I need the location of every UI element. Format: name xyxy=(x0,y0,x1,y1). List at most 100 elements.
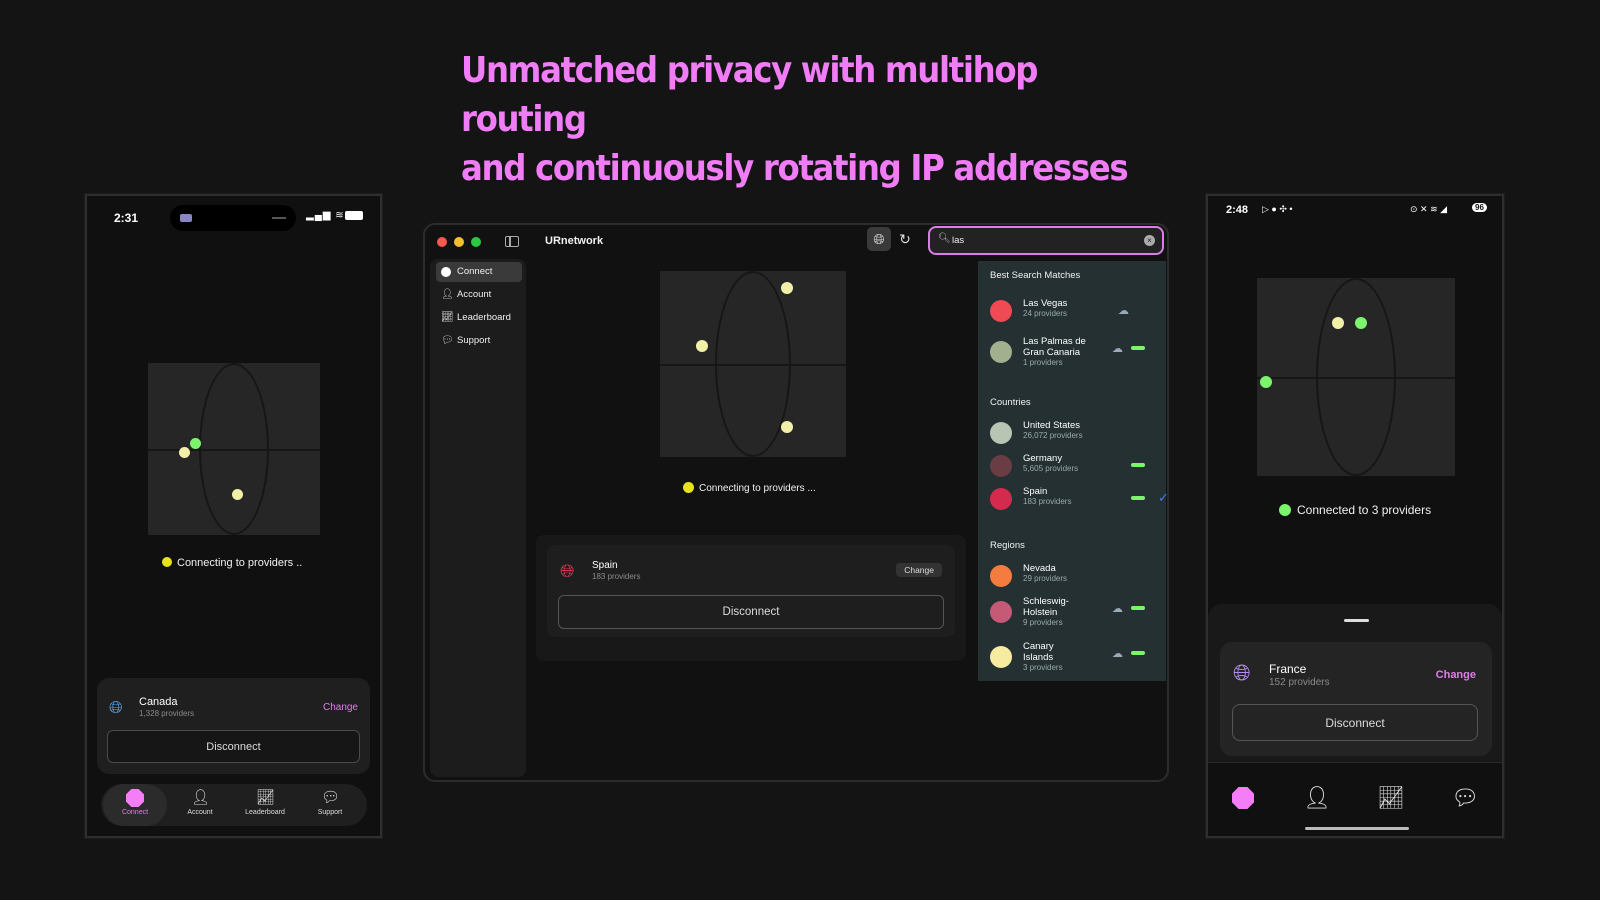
result-providers: 9 providers xyxy=(1023,618,1063,627)
globe-icon: 🌐︎ xyxy=(560,561,575,581)
audio-wave-icon xyxy=(272,217,286,219)
nav-label: Connect xyxy=(121,809,149,816)
result-name: Las Palmas de Gran Canaria xyxy=(1023,336,1086,358)
chat-icon: 💬︎ xyxy=(321,789,341,806)
app-title: URnetwork xyxy=(545,235,604,247)
nav-label: Leaderboard xyxy=(245,809,285,816)
connect-octagon-icon xyxy=(126,789,144,807)
flag-icon xyxy=(180,214,192,222)
nav-account[interactable]: 👤︎ xyxy=(1302,783,1332,813)
search-box: 🔍︎ × xyxy=(928,226,1164,255)
close-window-button[interactable] xyxy=(437,237,447,247)
search-input[interactable] xyxy=(952,233,1132,248)
result-name: United States xyxy=(1023,420,1081,431)
battery-icon: 96 xyxy=(1472,203,1487,212)
connect-octagon-icon xyxy=(1232,787,1254,809)
result-item[interactable]: Las Vegas 24 providers ☁︎ xyxy=(990,296,1160,326)
provider-dot xyxy=(179,447,190,458)
provider-globe xyxy=(1257,278,1455,476)
selected-location-providers: 152 providers xyxy=(1269,677,1330,688)
nav-connect[interactable]: Connect xyxy=(103,784,167,826)
mobile-android-screen: 2:48 ▷ ● ✣ • ⊙ ✕ ≋ ◢ 96 Connected to 3 p… xyxy=(1206,194,1504,838)
result-item[interactable]: Germany 5,605 providers xyxy=(990,451,1160,481)
battery-icon xyxy=(345,211,363,220)
sidebar-item-label: Support xyxy=(457,335,491,346)
status-bar: 2:31 ▂▄▆ ≋ xyxy=(87,196,380,236)
zoom-window-button[interactable] xyxy=(471,237,481,247)
location-panel: 🌐︎ Spain 183 providers Change Disconnect xyxy=(547,545,955,637)
connection-status: Connected to 3 providers xyxy=(1279,503,1431,517)
location-color-swatch xyxy=(990,488,1012,510)
result-item[interactable]: Schleswig-Holstein 9 providers ☁︎ xyxy=(990,594,1160,630)
nav-account[interactable]: 👤︎ Account xyxy=(168,784,232,826)
location-color-swatch xyxy=(990,601,1012,623)
connection-status-text: Connecting to providers .. xyxy=(177,557,303,569)
result-name: Nevada xyxy=(1023,563,1056,574)
result-providers: 1 providers xyxy=(1023,358,1063,367)
result-item[interactable]: Canary Islands 3 providers ☁︎ xyxy=(990,639,1160,675)
privacy-glasses-icon xyxy=(1131,496,1145,500)
disconnect-button[interactable]: Disconnect xyxy=(1232,704,1478,741)
location-color-swatch xyxy=(990,300,1012,322)
location-panel: 🌐︎ France 152 providers Change Disconnec… xyxy=(1220,642,1492,756)
sidebar-item-support[interactable]: 💬︎ Support xyxy=(436,331,522,351)
sidebar-item-account[interactable]: 👤︎ Account xyxy=(436,285,522,305)
status-time: 2:48 xyxy=(1226,204,1249,216)
change-location-button[interactable]: Change xyxy=(323,702,358,713)
privacy-glasses-icon xyxy=(1131,463,1145,467)
sidebar-item-label: Connect xyxy=(457,266,493,277)
result-item[interactable]: United States 26,072 providers xyxy=(990,418,1160,448)
sidebar-item-leaderboard[interactable]: 📈︎ Leaderboard xyxy=(436,308,522,328)
nav-leaderboard[interactable]: 📈︎ Leaderboard xyxy=(233,784,297,826)
selected-location-name: Spain xyxy=(592,560,618,571)
result-item[interactable]: Las Palmas de Gran Canaria 1 providers ☁… xyxy=(990,334,1160,370)
location-panel: 🌐︎ Canada 1,328 providers Change Disconn… xyxy=(97,678,370,774)
desktop-app-window: URnetwork Connect 👤︎ Account 📈︎ Leaderbo… xyxy=(423,223,1169,782)
result-name: Canary Islands xyxy=(1023,641,1054,663)
connection-status-text: Connecting to providers ... xyxy=(699,483,816,494)
selected-location-providers: 1,328 providers xyxy=(139,709,195,718)
provider-globe xyxy=(660,271,846,457)
provider-globe xyxy=(148,363,320,535)
disconnect-button[interactable]: Disconnect xyxy=(107,730,360,763)
change-location-button[interactable]: Change xyxy=(896,563,942,577)
nav-leaderboard[interactable]: 📈︎ xyxy=(1376,783,1406,813)
provider-dot xyxy=(781,282,793,294)
nav-support[interactable]: 💬︎ Support xyxy=(298,784,362,826)
nav-support[interactable]: 💬︎ xyxy=(1450,783,1480,813)
home-indicator[interactable] xyxy=(1305,827,1409,830)
sidebar-item-label: Account xyxy=(457,289,492,300)
sidebar-toggle-icon[interactable] xyxy=(505,236,519,247)
sidebar-item-connect[interactable]: Connect xyxy=(436,262,522,282)
clear-search-icon[interactable]: × xyxy=(1144,235,1155,246)
selected-check-icon: ✓ xyxy=(1158,490,1169,505)
location-color-swatch xyxy=(990,455,1012,477)
globe-view-button[interactable]: 🌐︎ xyxy=(867,227,891,251)
refresh-icon[interactable]: ↻ xyxy=(893,227,917,251)
result-providers: 29 providers xyxy=(1023,574,1068,583)
dynamic-island xyxy=(170,205,296,231)
person-icon: 👤︎ xyxy=(441,289,454,300)
cloud-icon: ☁︎ xyxy=(1112,603,1123,615)
connection-status-text: Connected to 3 providers xyxy=(1297,503,1432,517)
provider-dot xyxy=(190,438,201,449)
cloud-icon: ☁︎ xyxy=(1112,648,1123,660)
chart-icon: 📈︎ xyxy=(1377,785,1405,810)
result-name: Germany xyxy=(1023,453,1063,464)
change-location-button[interactable]: Change xyxy=(1436,669,1476,681)
nav-connect[interactable] xyxy=(1228,783,1258,813)
sheet-drag-handle[interactable] xyxy=(1344,619,1369,622)
chat-icon: 💬︎ xyxy=(441,335,454,346)
chart-icon: 📈︎ xyxy=(441,312,454,323)
disconnect-button[interactable]: Disconnect xyxy=(558,595,944,629)
minimize-window-button[interactable] xyxy=(454,237,464,247)
system-status-icons: ⊙ ✕ ≋ ◢ xyxy=(1410,204,1448,214)
chart-icon: 📈︎ xyxy=(256,789,276,806)
sidebar: Connect 👤︎ Account 📈︎ Leaderboard 💬︎ Sup… xyxy=(430,259,526,777)
selected-location-name: Canada xyxy=(139,696,178,708)
privacy-glasses-icon xyxy=(1131,606,1145,610)
result-item[interactable]: Nevada 29 providers xyxy=(990,561,1160,591)
mobile-ios-screen: 2:31 ▂▄▆ ≋ Connecting to providers .. 🌐︎… xyxy=(85,194,382,838)
connection-status: Connecting to providers ... xyxy=(683,482,816,494)
result-item[interactable]: Spain 183 providers ✓ xyxy=(990,484,1167,514)
